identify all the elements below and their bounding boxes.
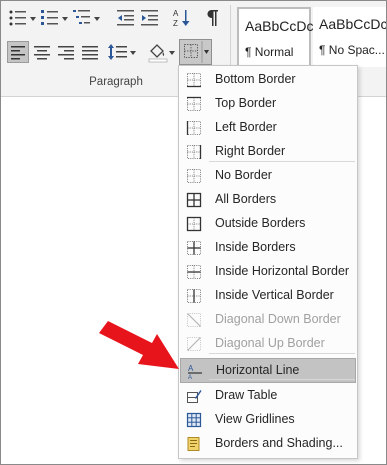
menu-item-inside-vertical-border[interactable]: Inside Vertical Border [180,284,356,307]
inside-vertical-border-icon [186,288,202,304]
menu-item-inside-borders[interactable]: Inside Borders [180,236,356,259]
line-spacing-icon[interactable] [107,41,129,63]
menu-item-label: No Border [215,168,272,182]
shading-icon[interactable] [147,41,169,63]
red-arrow-annotation [99,321,179,369]
menu-item-label: Horizontal Line [216,363,300,377]
menu-item-borders-and-shading[interactable]: Borders and Shading... [180,432,356,455]
style-no-spacing-name: ¶ No Spac... [319,43,385,57]
svg-text:A: A [188,375,192,379]
align-center-icon[interactable] [31,41,53,63]
svg-text:A: A [188,364,194,373]
bottom-border-icon [186,72,202,88]
menu-item-no-border[interactable]: No Border [180,164,356,187]
menu-item-label: Bottom Border [215,72,296,86]
menu-item-label: View Gridlines [215,412,295,426]
menu-item-label: Inside Horizontal Border [215,264,350,278]
menu-item-all-borders[interactable]: All Borders [180,188,356,211]
inside-horizontal-border-icon [186,264,202,280]
menu-item-view-gridlines[interactable]: View Gridlines [180,408,356,431]
style-normal[interactable]: AaBbCcDc ¶ Normal [237,7,314,67]
menu-item-right-border[interactable]: Right Border [180,140,356,163]
bullets-dropdown-icon[interactable] [29,15,37,23]
left-border-icon [186,120,202,136]
borders-and-shading-icon [186,436,202,452]
menu-item-label: Outside Borders [215,216,306,230]
justify-icon[interactable] [79,41,101,63]
diagonal-up-border-icon [186,336,202,352]
menu-item-label: Draw Table [215,388,278,402]
svg-text:A: A [173,9,179,18]
sort-icon[interactable]: AZ [171,7,193,29]
bullets-icon[interactable] [7,7,29,29]
menu-item-label: Inside Vertical Border [215,288,334,302]
menu-item-inside-horizontal-border[interactable]: Inside Horizontal Border [180,260,356,283]
no-border-icon [186,168,202,184]
style-no-spacing[interactable]: AaBbCcDc ¶ No Spac... [313,7,387,67]
menu-item-diagonal-up-border: Diagonal Up Border [180,332,356,355]
show-formatting-icon[interactable] [201,7,223,29]
menu-item-label: Diagonal Up Border [215,336,325,350]
menu-item-label: Top Border [215,96,277,110]
style-normal-sample: AaBbCcDc [245,18,314,34]
menu-item-draw-table[interactable]: Draw Table [180,384,356,407]
align-right-icon[interactable] [55,41,77,63]
align-left-icon[interactable] [7,41,29,63]
style-normal-name: ¶ Normal [245,45,294,59]
menu-item-diagonal-down-border: Diagonal Down Border [180,308,356,331]
menu-item-label: Inside Borders [215,240,296,254]
multilevel-list-icon[interactable] [71,7,93,29]
increase-indent-icon[interactable] [139,7,161,29]
menu-item-left-border[interactable]: Left Border [180,116,356,139]
style-no-spacing-sample: AaBbCcDc [319,16,387,32]
menu-item-label: All Borders [215,192,277,206]
menu-item-label: Right Border [215,144,286,158]
multilevel-dropdown-icon[interactable] [93,15,101,23]
menu-separator [209,161,355,162]
svg-text:Z: Z [173,19,178,28]
word-window: AZ Paragraph AaBbCcDc ¶ Normal AaBbCcDc … [0,0,387,465]
numbering-dropdown-icon[interactable] [61,15,69,23]
menu-separator [209,353,355,354]
shading-dropdown-icon[interactable] [168,49,176,57]
menu-item-outside-borders[interactable]: Outside Borders [180,212,356,235]
diagonal-down-border-icon [186,312,202,328]
menu-item-label: Borders and Shading... [215,436,343,450]
borders-dropdown-menu: Bottom Border Top Border Left Border Right … [178,65,358,459]
all-borders-icon [186,192,202,208]
view-gridlines-icon [186,412,202,428]
menu-item-bottom-border[interactable]: Bottom Border [180,68,356,91]
outside-borders-icon [186,216,202,232]
right-border-icon [186,144,202,160]
menu-item-label: Diagonal Down Border [215,312,341,326]
paragraph-group-label: Paragraph [89,76,143,88]
decrease-indent-icon[interactable] [115,7,137,29]
menu-item-top-border[interactable]: Top Border [180,92,356,115]
horizontal-line-icon: AA [187,363,203,379]
numbering-icon[interactable] [39,7,61,29]
line-spacing-dropdown-icon[interactable] [129,49,137,57]
draw-table-icon [186,388,202,404]
top-border-icon [186,96,202,112]
inside-borders-icon [186,240,202,256]
borders-button[interactable] [179,39,212,65]
menu-item-label: Left Border [215,120,277,134]
menu-separator [209,379,355,380]
